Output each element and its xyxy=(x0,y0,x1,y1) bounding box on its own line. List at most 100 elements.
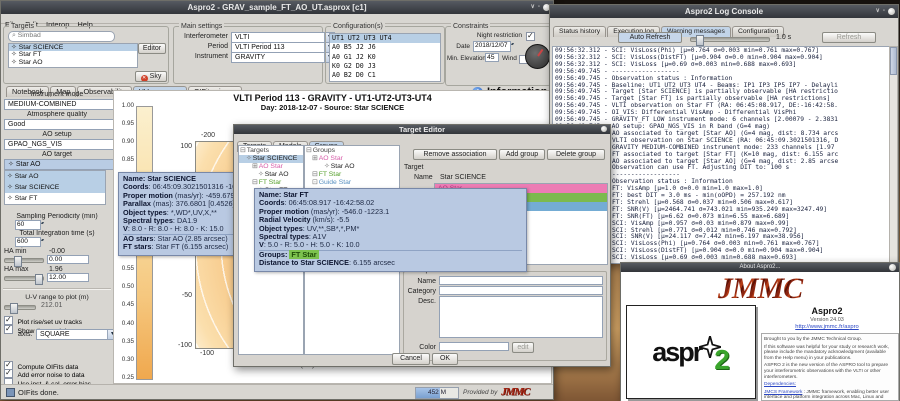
search-input[interactable] xyxy=(18,32,98,39)
ha-max-input[interactable] xyxy=(47,273,89,282)
colorbar-tick: 0.40 xyxy=(122,321,134,327)
about-paragraph: Dependencies: xyxy=(764,382,896,388)
group-color-input[interactable] xyxy=(439,342,509,351)
editor-titlebar[interactable]: Target Editor xyxy=(234,125,610,134)
plot-option[interactable]: Show the model xyxy=(4,320,112,329)
shade-icon[interactable]: ∨ xyxy=(875,7,879,15)
tree-node[interactable]: ⊟Targets xyxy=(239,147,303,155)
colorbar-tick: 0.55 xyxy=(122,266,134,272)
setting-label: Period xyxy=(176,43,228,50)
ha-max-slider[interactable] xyxy=(4,276,44,281)
jmmc-big-logo: JMMC xyxy=(621,274,899,304)
about-paragraph: JMCS Framework : JMMC framework, enablin… xyxy=(764,390,896,401)
auto-refresh-toggle[interactable]: Auto Refresh xyxy=(618,32,682,43)
log-scrollbar-thumb[interactable] xyxy=(890,47,897,75)
ao-target-option[interactable]: Star AO xyxy=(5,171,105,182)
close-icon[interactable] xyxy=(889,264,896,271)
close-icon[interactable] xyxy=(888,8,895,15)
group-name-input[interactable] xyxy=(439,276,603,285)
log-tab[interactable]: Status history xyxy=(553,26,606,37)
ha-min-slider[interactable] xyxy=(4,258,44,263)
main-title: Aspro2 - GRAV_sample_FT_AO_UT.asprox [c1… xyxy=(187,3,366,12)
night-restriction-label: Night restriction xyxy=(446,32,522,39)
remove-association-button[interactable]: Remove association xyxy=(413,149,497,160)
delete-group-button[interactable]: Delete group xyxy=(547,149,605,160)
ha-min-value: -0.00 xyxy=(49,248,65,255)
about-text-box[interactable]: Brought to you by the JMMC Technical Gro… xyxy=(761,333,899,401)
add-group-button[interactable]: Add group xyxy=(499,149,545,160)
ha-min-input[interactable] xyxy=(47,255,89,264)
log-scrollbar[interactable] xyxy=(889,46,898,263)
cancel-button[interactable]: Cancel xyxy=(392,353,430,365)
y-tick: -100 xyxy=(178,342,192,349)
tooltip-line: V: 5.0 - R: 5.0 - H: 5.0 - K: 10.0 xyxy=(259,241,522,249)
about-paragraph: ASPRO 2 is the new version of the ASPRO … xyxy=(764,363,896,380)
configuration-item[interactable]: K0 G2 D0 J3 xyxy=(330,62,440,71)
target-list-item[interactable]: Star FT xyxy=(9,51,137,58)
log-titlebar[interactable]: Aspro2 Log Console ∨ ▫ xyxy=(550,5,898,18)
sampling-spinner[interactable]: 60 xyxy=(15,220,41,230)
group-category-input[interactable] xyxy=(439,286,603,295)
tree-node[interactable]: ⊟Groups xyxy=(305,147,399,155)
wind-label: Wind xyxy=(502,55,517,62)
setting-combo[interactable]: GRAVITY xyxy=(231,52,335,63)
shade-icon[interactable]: ∨ xyxy=(530,3,534,11)
about-link[interactable]: http://www.jmmc.fr/aspro xyxy=(759,324,895,330)
about-paragraph: Brought to you by the JMMC Technical Gro… xyxy=(764,337,896,343)
simbad-search[interactable]: ⌕ xyxy=(8,31,115,42)
color-edit-button[interactable]: edit xyxy=(512,342,534,353)
oifits-option[interactable]: Add error noise to data xyxy=(4,364,114,372)
y-tick: 100 xyxy=(180,143,192,150)
tree-node[interactable]: ⊟FT Star xyxy=(305,171,399,179)
checkbox-icon[interactable] xyxy=(4,325,13,334)
configuration-item[interactable]: UT1 UT2 UT3 UT4 xyxy=(330,34,440,43)
min-elevation-input[interactable] xyxy=(485,53,499,62)
colorbar-tick: 0.45 xyxy=(122,302,134,308)
group-desc-textarea[interactable] xyxy=(439,296,603,338)
tree-node-icon: ⊞ xyxy=(252,163,258,170)
maximize-icon[interactable]: ▫ xyxy=(883,7,885,15)
uv-range-slider[interactable] xyxy=(4,305,36,310)
configuration-item[interactable]: A0 B2 D0 C1 xyxy=(330,71,440,80)
oifits-option[interactable]: Use inst. & cal. error bias xyxy=(4,373,114,381)
aspro-logo-box: aspr 2 xyxy=(626,305,756,399)
plot-option[interactable]: Plot rise/set uv tracks xyxy=(4,311,112,320)
ao-target-combo[interactable]: Star AO xyxy=(4,159,126,170)
instrument-mode-combo[interactable]: MEDIUM-COMBINED xyxy=(4,99,126,110)
configuration-item[interactable]: A0 B5 J2 J6 xyxy=(330,43,440,52)
targets-group-title: Targets xyxy=(9,23,36,31)
maximize-icon[interactable]: ▫ xyxy=(538,3,540,11)
total-integration-label: Total Integration time (s) xyxy=(1,230,113,237)
about-titlebar[interactable]: About Aspro2... xyxy=(621,263,899,272)
refresh-button[interactable]: Refresh xyxy=(822,32,876,43)
main-titlebar[interactable]: Aspro2 - GRAV_sample_FT_AO_UT.asprox [c1… xyxy=(1,1,553,14)
oifits-option[interactable]: Compute OIFits data xyxy=(4,356,114,364)
ao-setup-combo[interactable]: GPAO_NGS_VIS xyxy=(4,139,126,150)
tree-node[interactable]: ✧Star AO xyxy=(239,171,303,179)
refresh-interval-thumb[interactable] xyxy=(696,35,704,46)
ao-target-option[interactable]: Star FT xyxy=(5,193,105,204)
ok-button[interactable]: OK xyxy=(432,353,458,365)
tree-node[interactable]: ⊡Guide Star xyxy=(305,179,399,187)
ha-max-slider-thumb[interactable] xyxy=(35,274,43,285)
atmosphere-quality-combo[interactable]: Good xyxy=(4,119,126,130)
tree-node[interactable]: ⊞AO Star xyxy=(239,163,303,171)
wind-compass-dial[interactable] xyxy=(525,44,550,69)
target-list-item[interactable]: Star AO xyxy=(9,59,137,66)
total-integration-spinner[interactable]: 600 xyxy=(15,237,41,247)
ft-star-tooltip: Name: Star FT Coords: 06:45:08.917 -16:4… xyxy=(254,188,527,272)
date-spinner[interactable]: 2018/12/07 xyxy=(473,41,511,52)
tree-node[interactable]: ⊞AO Star xyxy=(305,155,399,163)
tree-node[interactable]: ✧Star SCIENCE xyxy=(239,155,303,163)
night-restriction-checkbox[interactable] xyxy=(526,32,535,41)
colorbar-tick: 0.35 xyxy=(122,339,134,345)
tree-node[interactable]: ✧Star AO xyxy=(305,163,399,171)
close-icon[interactable] xyxy=(601,126,607,132)
refresh-interval-slider[interactable] xyxy=(690,37,770,42)
editor-button[interactable]: Editor xyxy=(138,43,166,54)
axis-combo[interactable]: SQUARE xyxy=(36,329,118,340)
ao-target-option[interactable]: Star SCIENCE xyxy=(5,182,105,193)
about-app-name: Aspro2 xyxy=(759,306,895,316)
tree-node[interactable]: ⊟FT Star xyxy=(239,179,303,187)
configuration-item[interactable]: A0 G1 J2 K0 xyxy=(330,53,440,62)
